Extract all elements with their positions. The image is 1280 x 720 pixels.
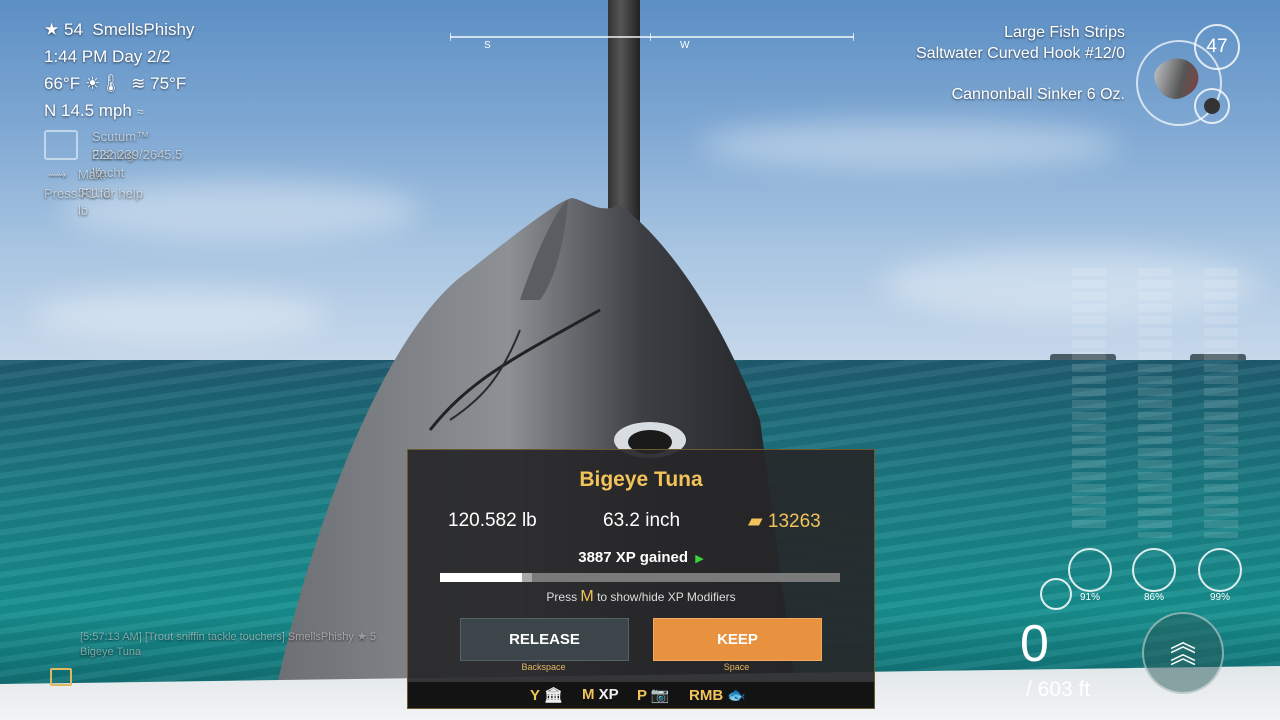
fish-species: Bigeye Tuna	[579, 468, 703, 491]
footer-key-rmb[interactable]: RMB 🐟	[689, 686, 746, 704]
compass-tick	[450, 33, 451, 41]
fish-icon: ⟿	[48, 167, 67, 182]
hanging-fish-icon: 🐟	[727, 687, 747, 704]
compass-west: W	[680, 40, 690, 51]
footer-key-p[interactable]: P 📷	[637, 686, 670, 704]
sun-icon: ☀	[84, 74, 101, 93]
wind-row: N 14.5 mph ≈	[44, 97, 194, 125]
rod-percent: 86%	[1144, 592, 1165, 603]
line-tension-meter	[1072, 268, 1106, 528]
keep-button[interactable]: KEEP	[653, 618, 822, 661]
camera-icon: 📷	[650, 687, 670, 704]
chat-line: Bigeye Tuna	[80, 646, 142, 658]
xp-progress-fill	[440, 573, 524, 582]
player-name: SmellsPhishy	[92, 20, 195, 39]
bait-name: Large Fish Strips	[1004, 24, 1125, 41]
xp-row: 3887 XP gained ▶	[408, 549, 874, 566]
hint-prefix: Press	[546, 590, 578, 604]
xp-gain-fill	[522, 573, 532, 582]
play-icon: ▶	[692, 553, 704, 565]
fish-value-row: ▰ 13263	[748, 510, 821, 533]
depth-current: 0	[1020, 615, 1049, 673]
line-gauge-icon	[1068, 548, 1112, 592]
money-icon: ▰	[748, 511, 763, 532]
reel-percent: 99%	[1210, 592, 1231, 603]
boat-speed-button[interactable]: ︽ ︽	[1142, 612, 1224, 694]
xp-gained: 3887 XP gained	[578, 549, 689, 566]
compass-tick	[650, 33, 651, 41]
compass-south: S	[484, 40, 491, 51]
temp-row: 66°F ☀🌡 ≋ 75°F	[44, 70, 194, 97]
air-temp: 66°F	[44, 74, 81, 93]
depth-max: / 603 ft	[1026, 678, 1091, 701]
chevron-up-icon: ︽ ︽	[1169, 627, 1196, 669]
rod-meter	[1138, 268, 1172, 538]
keepnet-icon	[44, 130, 78, 160]
chat-icon[interactable]	[50, 668, 72, 686]
player-level: 54	[63, 20, 83, 39]
fish-weight: 120.582 lb	[448, 510, 537, 531]
reel-meter	[1204, 268, 1238, 538]
xp-icon: XP	[598, 686, 619, 703]
thermometer-icon: 🌡	[100, 74, 122, 93]
fish-value: 13263	[767, 511, 821, 532]
xp-progress-bar	[440, 573, 840, 582]
player-info: ★ 54 SmellsPhishy 1:44 PM Day 2/2 66°F ☀…	[44, 16, 194, 125]
museum-icon: 🏛	[543, 687, 563, 704]
catch-footer: Y 🏛 M XP P 📷 RMB 🐟	[408, 682, 874, 708]
line-spool-icon	[1040, 578, 1072, 610]
xp-hint: Press M to show/hide XP Modifiers	[408, 588, 874, 606]
time-row: 1:44 PM Day 2/2	[44, 43, 194, 70]
footer-key-y[interactable]: Y 🏛	[530, 686, 563, 704]
fish-length: 63.2 inch	[603, 510, 681, 531]
wind: N 14.5 mph	[44, 101, 132, 120]
footer-key-m[interactable]: M XP	[582, 686, 619, 703]
sinker-icon	[1204, 98, 1220, 114]
catch-panel: Bigeye Tuna 120.582 lb 63.2 inch ▰ 13263…	[407, 449, 875, 709]
release-button[interactable]: RELEASE	[460, 618, 629, 661]
chat-line: [5:57:13 AM] [Trout sniffin tackle touch…	[80, 631, 376, 643]
reel-gauge-icon	[1198, 548, 1242, 592]
star-icon: ★	[44, 20, 60, 39]
rod-gauge-icon	[1132, 548, 1176, 592]
wind-icon: ≈	[136, 104, 144, 119]
water-temp: 75°F	[150, 74, 187, 93]
sinker-ring	[1194, 88, 1230, 124]
hint-key: M	[580, 588, 594, 605]
keep-key-label: Space	[723, 662, 750, 672]
compass-tick	[853, 33, 854, 41]
hint-suffix: to show/hide XP Modifiers	[597, 590, 736, 604]
player-row: ★ 54 SmellsPhishy	[44, 16, 194, 43]
line-percent: 91%	[1080, 592, 1101, 603]
release-key-label: Backspace	[521, 662, 566, 672]
clock: 1:44 PM	[44, 47, 108, 66]
compass-bar: S W	[450, 33, 854, 51]
bait-count: 47	[1194, 24, 1240, 70]
sinker-name: Cannonball Sinker 6 Oz.	[951, 86, 1125, 103]
hook-name: Saltwater Curved Hook #12/0	[916, 45, 1125, 62]
wave-icon: ≋	[131, 74, 146, 93]
day: Day 2/2	[112, 47, 171, 66]
tackle-info: Large Fish Strips Saltwater Curved Hook …	[916, 22, 1125, 105]
help-text: Press F1 for help	[44, 186, 143, 201]
